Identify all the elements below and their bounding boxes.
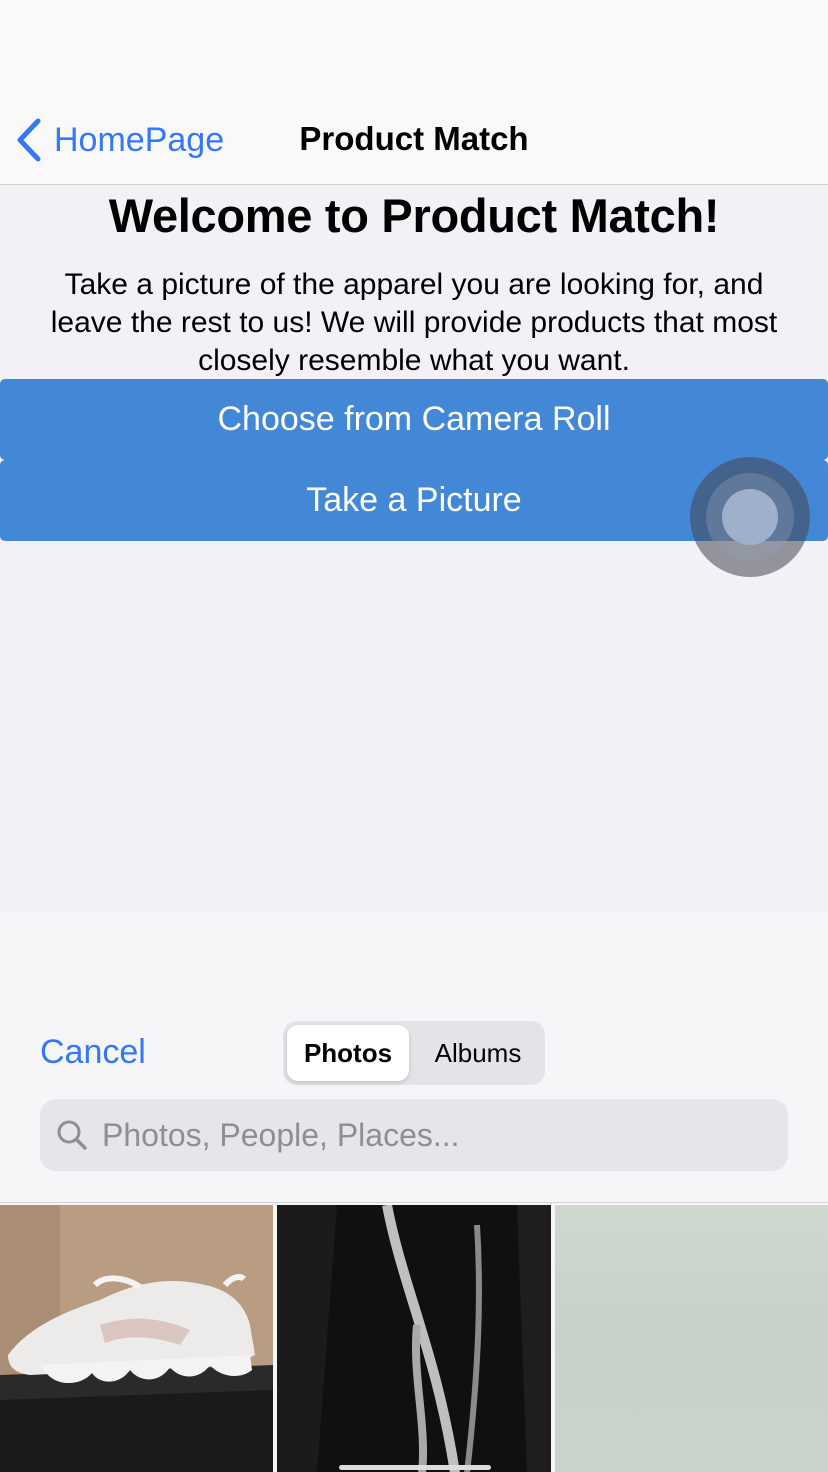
sneaker-photo (0, 1205, 273, 1472)
tab-photos[interactable]: Photos (287, 1025, 409, 1081)
photo-grid (0, 1202, 828, 1472)
photo-thumbnail-branches[interactable] (277, 1205, 551, 1472)
home-indicator (339, 1465, 491, 1470)
photo-thumbnail-sneaker[interactable] (0, 1205, 273, 1472)
cancel-button[interactable]: Cancel (40, 1033, 146, 1072)
choose-camera-roll-button[interactable]: Choose from Camera Roll (0, 379, 828, 460)
touch-indicator (690, 457, 810, 577)
navigation-bar: HomePage Product Match (0, 96, 828, 185)
photo-thumbnail-fabric[interactable] (555, 1205, 828, 1472)
intro-line: leave the rest to us! We will provide pr… (50, 306, 778, 339)
branches-photo (277, 1205, 551, 1472)
tab-albums[interactable]: Albums (415, 1025, 541, 1081)
photo-picker-sheet: Cancel Photos Albums (0, 913, 828, 1472)
intro-line: Take a picture of the apparel you are lo… (64, 268, 764, 301)
photos-albums-segmented-control: Photos Albums (283, 1021, 545, 1085)
status-bar (0, 0, 828, 96)
search-field[interactable] (40, 1099, 788, 1171)
intro-line: closely resemble what you want. (198, 344, 630, 377)
search-input[interactable] (102, 1116, 742, 1154)
page-title: Product Match (299, 120, 529, 157)
search-icon (57, 1120, 87, 1150)
intro-text: Take a picture of the apparel you are lo… (8, 266, 820, 380)
welcome-heading: Welcome to Product Match! (108, 189, 720, 242)
